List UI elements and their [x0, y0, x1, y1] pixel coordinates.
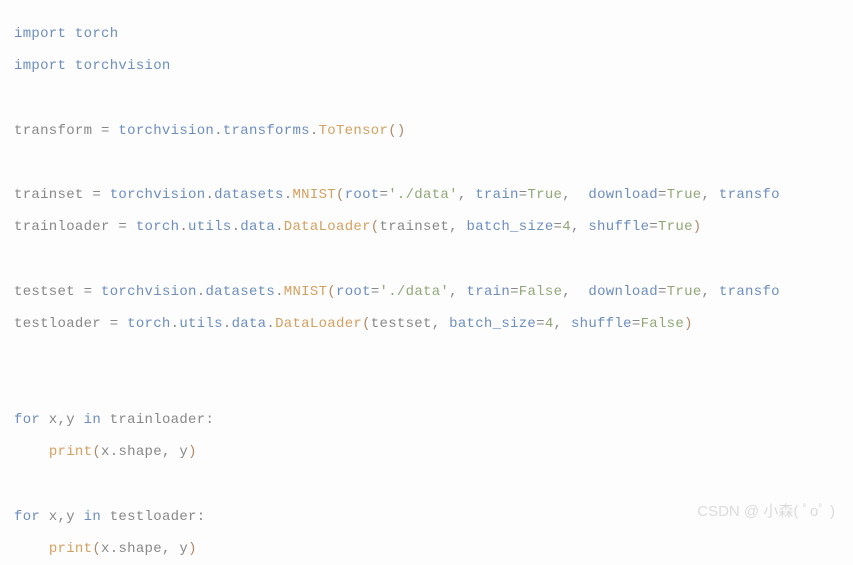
var-trainloader: trainloader [14, 219, 118, 235]
mod-torchvision: torchvision [75, 58, 171, 74]
code-line-14: print(x.shape, y) [14, 436, 839, 468]
kw-import: import [14, 26, 66, 42]
code-line-11 [14, 340, 839, 372]
kw-for: for [14, 412, 40, 428]
code-line-13: for x,y in trainloader: [14, 404, 839, 436]
kw-import: import [14, 58, 66, 74]
code-line-2: import torchvision [14, 50, 839, 82]
kw-in: in [84, 412, 101, 428]
code-line-9: testset = torchvision.datasets.MNIST(roo… [14, 276, 839, 308]
code-line-7: trainloader = torch.utils.data.DataLoade… [14, 211, 839, 243]
code-line-3 [14, 82, 839, 114]
mod-torch: torch [75, 26, 119, 42]
var-trainset: trainset [14, 187, 92, 203]
code-line-5 [14, 147, 839, 179]
class-mnist: MNIST [292, 187, 336, 203]
code-line-17: print(x.shape, y) [14, 533, 839, 565]
code-line-1: import torch [14, 18, 839, 50]
code-line-6: trainset = torchvision.datasets.MNIST(ro… [14, 179, 839, 211]
watermark: CSDN @ 小森( ﾟoﾟ ) [697, 495, 835, 530]
var-transform: transform [14, 123, 101, 139]
code-line-12 [14, 372, 839, 404]
code-block: import torch import torchvision transfor… [14, 18, 839, 565]
var-testset: testset [14, 284, 84, 300]
var-testloader: testloader [14, 316, 110, 332]
fn-print: print [49, 444, 93, 460]
code-line-8 [14, 243, 839, 275]
code-line-10: testloader = torch.utils.data.DataLoader… [14, 308, 839, 340]
code-line-4: transform = torchvision.transforms.ToTen… [14, 115, 839, 147]
class-totensor: ToTensor [319, 123, 389, 139]
class-dataloader: DataLoader [284, 219, 371, 235]
